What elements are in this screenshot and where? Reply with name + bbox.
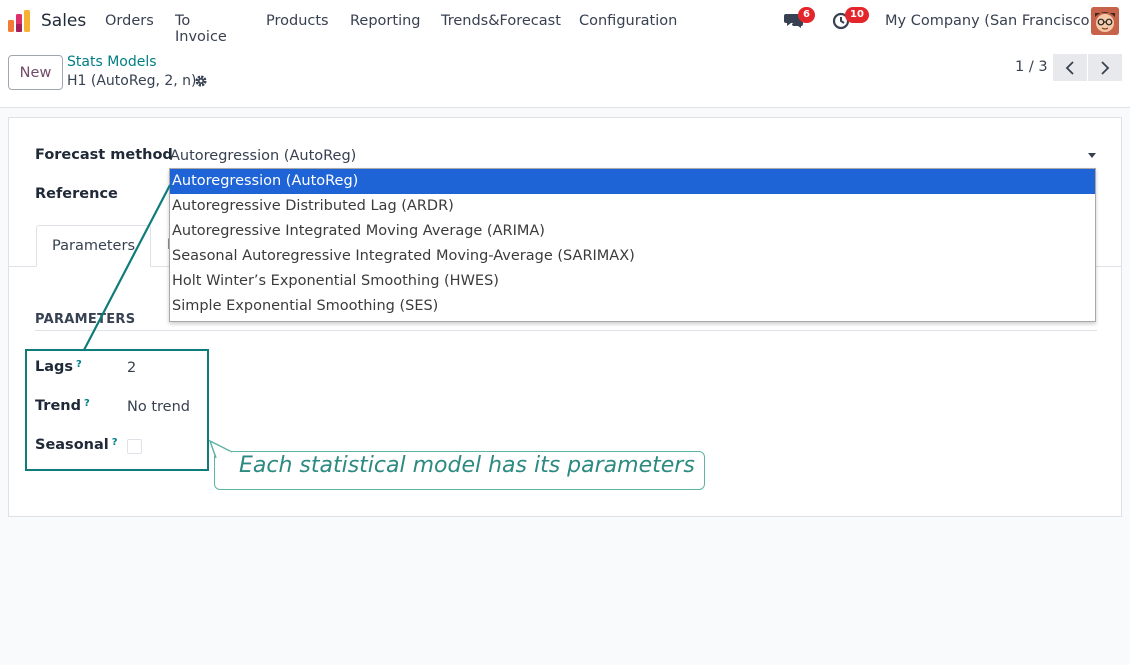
annotation-highlight-box bbox=[25, 349, 209, 471]
tab-next[interactable]: H bbox=[151, 225, 171, 267]
option-ardr[interactable]: Autoregressive Distributed Lag (ARDR) bbox=[170, 194, 1095, 219]
option-ses[interactable]: Simple Exponential Smoothing (SES) bbox=[170, 294, 1095, 319]
menu-orders[interactable]: Orders bbox=[105, 13, 154, 29]
app-name[interactable]: Sales bbox=[41, 11, 86, 31]
forecast-method-select[interactable]: Autoregression (AutoReg) bbox=[170, 148, 356, 164]
breadcrumb-parent[interactable]: Stats Models bbox=[67, 54, 157, 70]
control-panel: New Stats Models H1 (AutoReg, 2, n) 1 / … bbox=[0, 42, 1130, 108]
caret-down-icon[interactable] bbox=[1088, 153, 1096, 158]
company-switcher[interactable]: My Company (San Francisco) bbox=[885, 13, 1095, 29]
messages-badge: 6 bbox=[798, 7, 815, 23]
menu-products[interactable]: Products bbox=[266, 13, 329, 29]
chevron-right-icon bbox=[1101, 60, 1110, 75]
option-sarimax[interactable]: Seasonal Autoregressive Integrated Movin… bbox=[170, 244, 1095, 269]
gear-icon[interactable] bbox=[194, 74, 208, 88]
option-arima[interactable]: Autoregressive Integrated Moving Average… bbox=[170, 219, 1095, 244]
pager-value[interactable]: 1 / 3 bbox=[1015, 59, 1048, 75]
pager-next-button[interactable] bbox=[1088, 54, 1122, 81]
chevron-left-icon bbox=[1065, 60, 1074, 75]
new-button[interactable]: New bbox=[8, 55, 63, 90]
option-hwes[interactable]: Holt Winter’s Exponential Smoothing (HWE… bbox=[170, 269, 1095, 294]
menu-to-invoice[interactable]: To Invoice bbox=[175, 13, 227, 45]
sales-app-icon[interactable] bbox=[8, 10, 32, 32]
parameters-section-title: PARAMETERS bbox=[35, 312, 136, 327]
top-navbar: Sales Orders To Invoice Products Reporti… bbox=[0, 0, 1130, 45]
reference-label: Reference bbox=[35, 186, 118, 202]
annotation-text: Each statistical model has its parameter… bbox=[239, 453, 695, 478]
menu-reporting[interactable]: Reporting bbox=[350, 13, 421, 29]
tab-parameters[interactable]: Parameters bbox=[36, 225, 151, 267]
forecast-method-dropdown: Autoregression (AutoReg) Autoregressive … bbox=[169, 168, 1096, 322]
option-autoreg[interactable]: Autoregression (AutoReg) bbox=[170, 169, 1095, 194]
section-divider bbox=[35, 330, 1097, 331]
forecast-method-label: Forecast method bbox=[35, 147, 173, 163]
menu-configuration[interactable]: Configuration bbox=[579, 13, 677, 29]
pager-previous-button[interactable] bbox=[1053, 54, 1087, 81]
breadcrumb-current: H1 (AutoReg, 2, n) bbox=[67, 73, 197, 89]
menu-trends-forecast[interactable]: Trends&Forecast bbox=[441, 13, 561, 29]
user-avatar[interactable] bbox=[1091, 7, 1119, 35]
activities-badge: 10 bbox=[845, 7, 869, 23]
